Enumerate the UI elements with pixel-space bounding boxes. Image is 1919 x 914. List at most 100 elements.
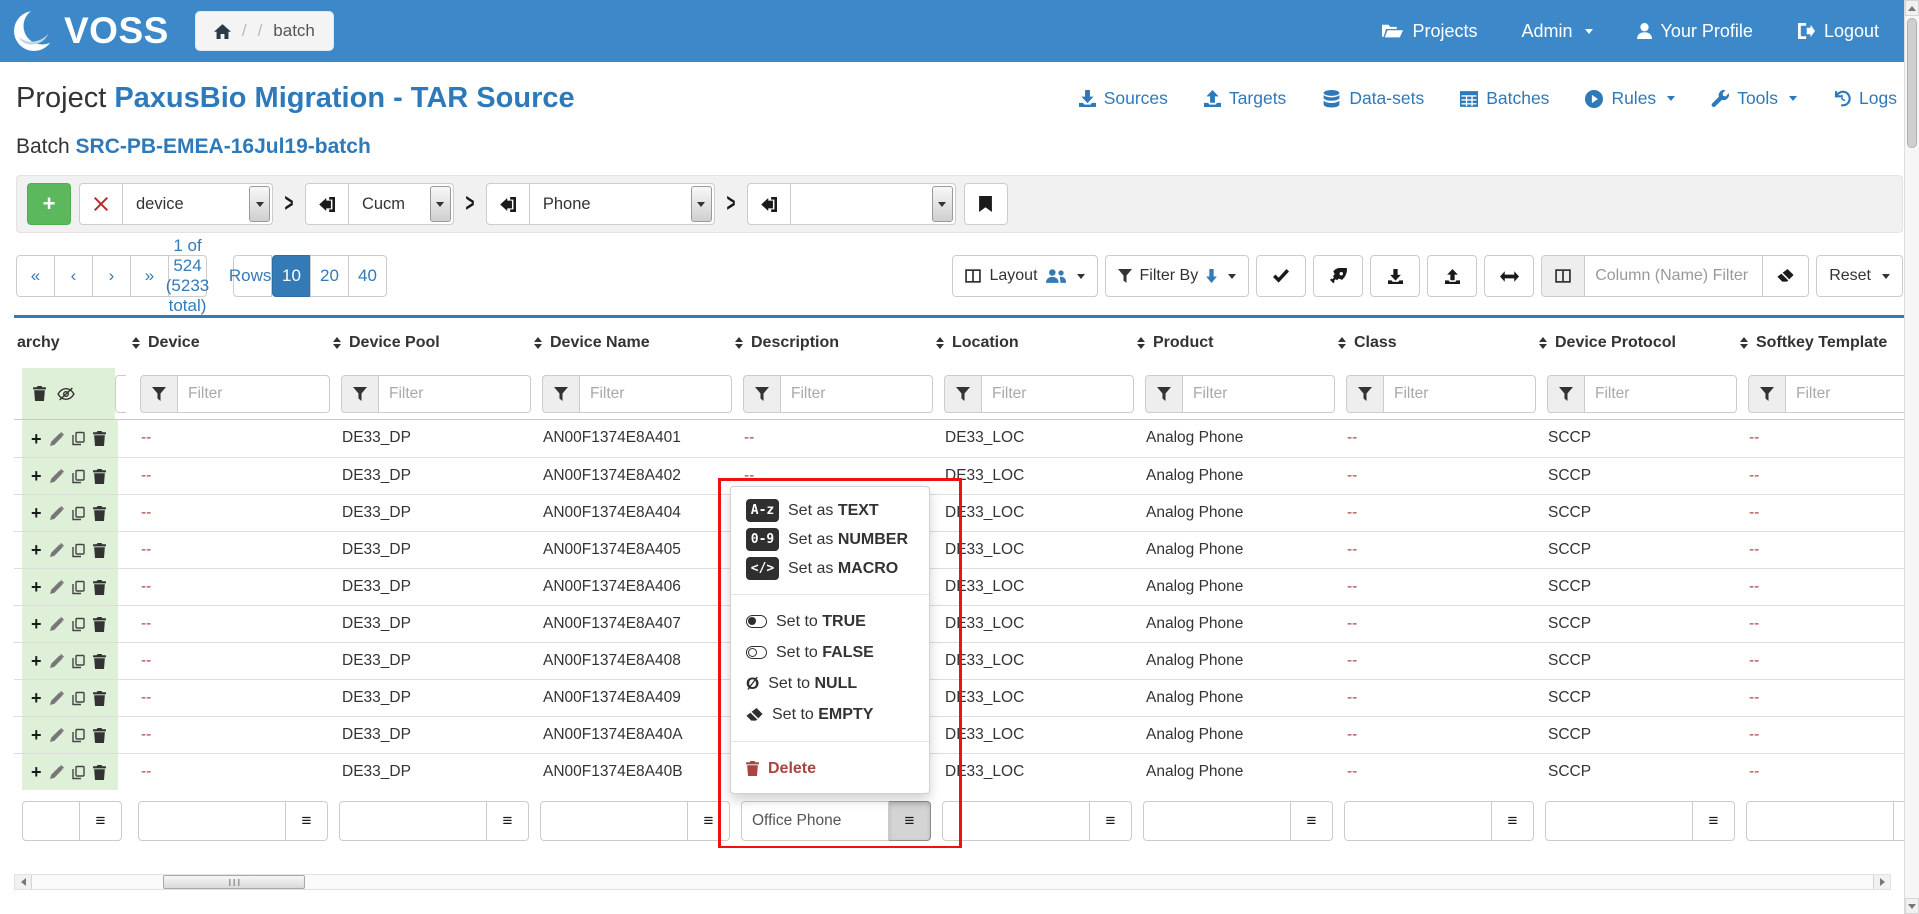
bulk-edit-input-device_protocol[interactable] [1545, 801, 1693, 841]
cell-device_protocol[interactable]: SCCP [1533, 569, 1734, 605]
copy-icon[interactable] [72, 654, 85, 669]
vertical-scroll-thumb[interactable] [1907, 18, 1917, 148]
filter-input-product[interactable] [1183, 375, 1335, 413]
pencil-icon[interactable] [50, 617, 64, 631]
nav-link-rules[interactable]: Rules [1585, 88, 1675, 109]
cell-device_protocol[interactable]: SCCP [1533, 532, 1734, 568]
funnel-icon[interactable] [944, 375, 982, 413]
cell-device_class[interactable]: -- [1332, 569, 1533, 605]
export-button[interactable] [1370, 255, 1420, 297]
rows-option-10[interactable]: 10 [272, 255, 311, 297]
nav-link-logs[interactable]: Logs [1833, 88, 1897, 109]
sort-icon[interactable] [1338, 337, 1346, 350]
menu-item-set-to-true[interactable]: Set to TRUE [731, 606, 929, 637]
cell-device_name[interactable]: AN00F1374E8A402 [528, 458, 729, 494]
cell-softkey_template[interactable]: -- [1734, 532, 1905, 568]
copy-icon[interactable] [72, 469, 85, 484]
sort-icon[interactable] [936, 337, 944, 350]
validate-button[interactable] [1256, 255, 1306, 297]
horizontal-scrollbar[interactable] [14, 874, 1891, 890]
dropdown-toggle-icon[interactable] [249, 186, 270, 222]
column-header-product[interactable]: Product [1131, 334, 1332, 352]
cell-device_name[interactable]: AN00F1374E8A40B [528, 754, 729, 790]
cell-device_protocol[interactable]: SCCP [1533, 717, 1734, 753]
cell-device_pool[interactable]: DE33_DP [327, 754, 528, 790]
bulk-edit-input-softkey_template[interactable] [1746, 801, 1894, 841]
dropdown-toggle-icon[interactable] [932, 186, 953, 222]
cell-device_pool[interactable]: DE33_DP [327, 569, 528, 605]
cell-softkey_template[interactable]: -- [1734, 458, 1905, 494]
cell-device_name[interactable]: AN00F1374E8A407 [528, 606, 729, 642]
cell-location[interactable]: DE33_LOC [930, 420, 1131, 457]
expand-columns-button[interactable] [1484, 255, 1534, 297]
batch-name-link[interactable]: SRC-PB-EMEA-16Jul19-batch [76, 135, 371, 158]
eye-slash-icon[interactable] [57, 387, 75, 401]
bulk-edit-menu-button-device_name[interactable]: ≡ [688, 801, 730, 841]
bulk-edit-input-device_class[interactable] [1344, 801, 1492, 841]
column-header-device-protocol[interactable]: Device Protocol [1533, 334, 1734, 352]
cell-device[interactable]: -- [126, 606, 327, 642]
pencil-icon[interactable] [50, 580, 64, 594]
trash-icon[interactable] [93, 617, 106, 632]
copy-icon[interactable] [72, 728, 85, 743]
nav-link-tools[interactable]: Tools [1711, 88, 1797, 109]
funnel-icon[interactable] [1346, 375, 1384, 413]
cell-softkey_template[interactable]: -- [1734, 495, 1905, 531]
filter-input-device_class[interactable] [1384, 375, 1536, 413]
cell-device_protocol[interactable]: SCCP [1533, 495, 1734, 531]
add-chain-button[interactable]: + [27, 183, 71, 225]
cell-device[interactable]: -- [126, 532, 327, 568]
funnel-icon[interactable] [1748, 375, 1786, 413]
cell-device_pool[interactable]: DE33_DP [327, 458, 528, 494]
filter-input-device_name[interactable] [580, 375, 732, 413]
cell-device_pool[interactable]: DE33_DP [327, 495, 528, 531]
nav-link-batches[interactable]: Batches [1460, 88, 1549, 109]
project-title-link[interactable]: PaxusBio Migration - TAR Source [114, 82, 574, 114]
cell-product[interactable]: Analog Phone [1131, 643, 1332, 679]
add-row-icon[interactable]: + [31, 763, 42, 781]
rows-option-40[interactable]: 40 [348, 255, 387, 297]
cell-product[interactable]: Analog Phone [1131, 532, 1332, 568]
menu-item-delete[interactable]: Delete [731, 753, 929, 784]
filter-input-device_protocol[interactable] [1585, 375, 1737, 413]
horizontal-scroll-thumb[interactable] [163, 875, 305, 889]
cell-device_pool[interactable]: DE33_DP [327, 643, 528, 679]
layout-button[interactable]: Layout [952, 255, 1097, 297]
dropdown-toggle-icon[interactable] [691, 186, 712, 222]
cell-softkey_template[interactable]: -- [1734, 569, 1905, 605]
cell-description[interactable]: -- [729, 420, 930, 457]
rows-option-20[interactable]: 20 [310, 255, 349, 297]
bulk-edit-input-device[interactable] [138, 801, 286, 841]
cell-device_protocol[interactable]: SCCP [1533, 458, 1734, 494]
cell-location[interactable]: DE33_LOC [930, 606, 1131, 642]
filter-by-button[interactable]: Filter By [1105, 255, 1250, 297]
scroll-left-arrow[interactable] [15, 875, 32, 889]
sort-icon[interactable] [1137, 337, 1145, 350]
trash-icon[interactable] [93, 431, 106, 446]
copy-icon[interactable] [72, 543, 85, 558]
add-row-icon[interactable]: + [31, 430, 42, 448]
cell-device_class[interactable]: -- [1332, 420, 1533, 457]
bulk-edit-input-actions[interactable] [22, 801, 80, 841]
menu-item-set-as-macro[interactable]: </>Set as MACRO [731, 554, 929, 583]
menu-item-set-as-number[interactable]: 0-9Set as NUMBER [731, 525, 929, 554]
cell-device[interactable]: -- [126, 680, 327, 716]
cell-softkey_template[interactable]: -- [1734, 420, 1905, 457]
bulk-edit-input-description[interactable] [741, 801, 889, 841]
cell-location[interactable]: DE33_LOC [930, 458, 1131, 494]
vertical-scrollbar[interactable] [1904, 0, 1919, 914]
add-row-icon[interactable]: + [31, 726, 42, 744]
nav-link-sources[interactable]: Sources [1079, 88, 1168, 109]
next-page-button[interactable]: › [92, 255, 131, 297]
cell-product[interactable]: Analog Phone [1131, 606, 1332, 642]
bulk-edit-input-product[interactable] [1143, 801, 1291, 841]
cell-device_pool[interactable]: DE33_DP [327, 717, 528, 753]
copy-icon[interactable] [72, 691, 85, 706]
funnel-icon[interactable] [542, 375, 580, 413]
reset-button[interactable]: Reset [1816, 255, 1903, 297]
cell-softkey_template[interactable]: -- [1734, 754, 1905, 790]
pencil-icon[interactable] [50, 432, 64, 446]
sort-icon[interactable] [132, 337, 140, 350]
scroll-down-arrow[interactable] [1905, 898, 1919, 914]
cell-device_class[interactable]: -- [1332, 754, 1533, 790]
